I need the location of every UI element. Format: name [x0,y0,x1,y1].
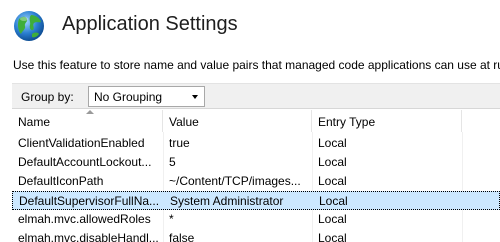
column-header-entry-type-label: Entry Type [318,115,376,129]
cell-name: DefaultSupervisorFullNa... [19,194,160,208]
cell-entry-type: Local [318,231,347,242]
cell-value: System Administrator [170,194,284,208]
cell-value: * [169,212,174,226]
cell-value: 5 [169,155,176,169]
table-row[interactable]: elmah.mvc.allowedRoles * Local [12,210,500,229]
globe-icon [14,11,44,41]
column-header-name-label: Name [18,115,51,129]
cell-entry-type: Local [318,212,347,226]
table-row[interactable]: DefaultAccountLockout... 5 Local [12,153,500,172]
cell-entry-type: Local [318,155,347,169]
column-header-entry-type[interactable]: Entry Type [312,110,462,132]
cell-value: ~/Content/TCP/images... [169,174,301,188]
column-header-value[interactable]: Value [163,110,312,132]
cell-value: false [169,231,195,242]
group-by-label: Group by: [21,90,74,104]
cell-name: ClientValidationEnabled [18,136,145,150]
group-by-toolbar: Group by: No Grouping [12,83,500,109]
table-row-selected[interactable]: DefaultSupervisorFullNa... System Admini… [12,191,500,210]
column-header-value-label: Value [169,115,199,129]
page-title: Application Settings [62,13,238,35]
table-row[interactable]: ClientValidationEnabled true Local [12,134,500,153]
cell-name: elmah.mvc.allowedRoles [18,212,151,226]
cell-entry-type: Local [318,136,347,150]
cell-name: DefaultIconPath [18,174,104,188]
cell-value: true [169,136,190,150]
cell-entry-type: Local [318,174,347,188]
column-header-name[interactable]: Name [12,110,163,132]
grid-header: Name Value Entry Type [12,110,500,132]
cell-name: elmah.mvc.disableHandl... [18,231,159,242]
chevron-down-icon [192,95,198,99]
cell-entry-type: Local [319,194,348,208]
settings-grid: Name Value Entry Type ClientValidationEn… [12,110,500,242]
table-row[interactable]: elmah.mvc.disableHandl... false Local [12,229,500,242]
page-header: Application Settings [0,0,500,52]
group-by-dropdown[interactable]: No Grouping [88,86,205,107]
table-row[interactable]: DefaultIconPath ~/Content/TCP/images... … [12,172,500,191]
cell-name: DefaultAccountLockout... [18,155,152,169]
feature-description: Use this feature to store name and value… [13,58,500,72]
group-by-value: No Grouping [94,90,163,104]
sort-ascending-icon [86,110,94,114]
